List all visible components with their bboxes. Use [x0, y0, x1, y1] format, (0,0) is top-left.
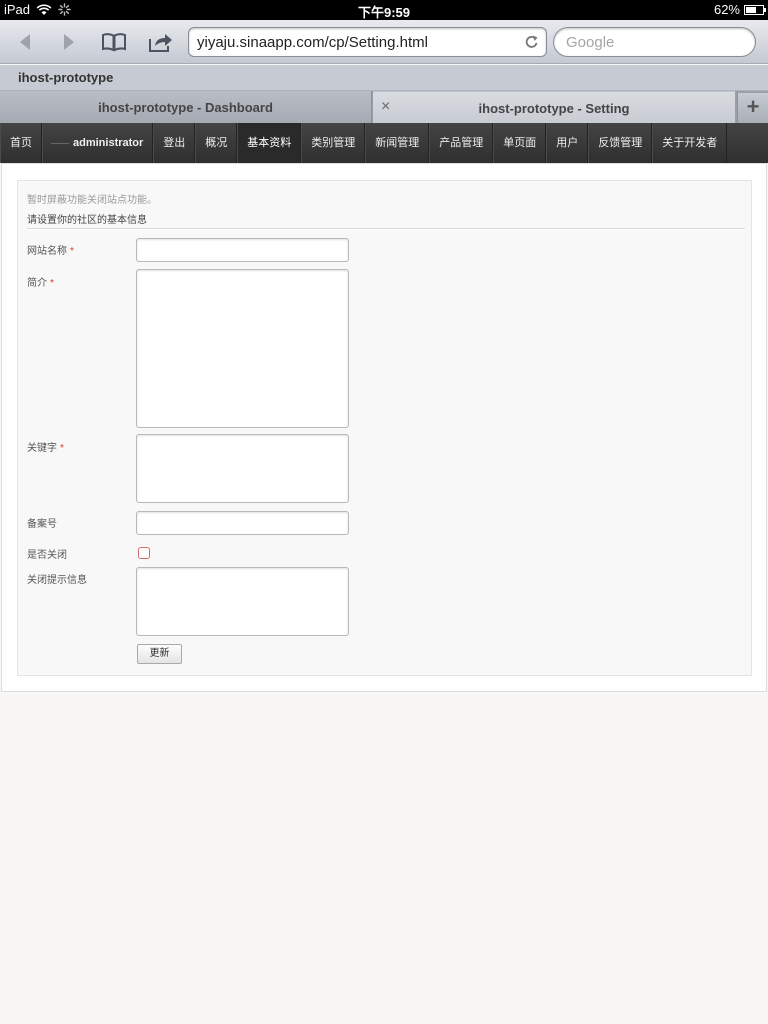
- search-bar[interactable]: [553, 27, 756, 57]
- nav-item-categories[interactable]: 类别管理: [301, 123, 366, 163]
- close-message-textarea[interactable]: [136, 567, 349, 636]
- site-name-label: 网站名称 *: [27, 246, 74, 257]
- keywords-label: 关键字 *: [27, 443, 64, 454]
- reload-icon[interactable]: [524, 34, 540, 50]
- back-arrow-icon[interactable]: [12, 30, 38, 54]
- main-content: 暂时屏蔽功能关闭站点功能。 请设置你的社区的基本信息 网站名称 * 简介 * 关键字…: [1, 163, 767, 692]
- nav-item-logout[interactable]: 登出: [153, 123, 196, 163]
- forward-arrow-icon[interactable]: [56, 30, 82, 54]
- required-mark: *: [60, 443, 64, 454]
- nav-item-feedback[interactable]: 反馈管理: [588, 123, 653, 163]
- nav-item-home[interactable]: 首页: [0, 123, 42, 163]
- tab-label: ihost-prototype - Dashboard: [98, 100, 273, 115]
- address-bar[interactable]: yiyaju.sinaapp.com/cp/Setting.html: [188, 27, 547, 57]
- nav-item-user[interactable]: administrator: [42, 123, 154, 163]
- share-icon[interactable]: [147, 30, 175, 54]
- tab-dashboard[interactable]: ihost-prototype - Dashboard: [0, 91, 372, 123]
- page-title-bar: ihost-prototype: [0, 65, 768, 91]
- bookmarks-book-icon[interactable]: [100, 30, 128, 54]
- nav-item-users[interactable]: 用户: [546, 123, 589, 163]
- icp-label: 备案号: [27, 519, 57, 530]
- intro-textarea[interactable]: [136, 269, 349, 428]
- tab-setting[interactable]: × ihost-prototype - Setting: [373, 91, 735, 123]
- battery-icon: [744, 4, 766, 15]
- settings-form: 暂时屏蔽功能关闭站点功能。 请设置你的社区的基本信息 网站名称 * 简介 * 关键字…: [17, 180, 752, 676]
- clock: 下午9:59: [357, 5, 411, 20]
- form-notice: 暂时屏蔽功能关闭站点功能。: [27, 195, 157, 206]
- status-bar: iPad 下午9:59 62%: [0, 0, 768, 20]
- icp-input[interactable]: [136, 511, 349, 535]
- closed-label: 是否关闭: [27, 550, 67, 561]
- nav-item-basic-info[interactable]: 基本资料: [237, 123, 302, 163]
- keywords-textarea[interactable]: [136, 434, 349, 503]
- search-input[interactable]: [566, 33, 746, 51]
- required-mark: *: [70, 246, 74, 257]
- battery-percent: 62%: [713, 2, 740, 17]
- required-mark: *: [50, 278, 54, 289]
- close-message-label: 关闭提示信息: [27, 575, 87, 586]
- nav-item-products[interactable]: 产品管理: [429, 123, 494, 163]
- nav-item-news[interactable]: 新闻管理: [365, 123, 430, 163]
- url-text[interactable]: yiyaju.sinaapp.com/cp/Setting.html: [197, 34, 428, 51]
- tab-strip: ihost-prototype - Dashboard × ihost-prot…: [0, 91, 768, 123]
- tab-label: ihost-prototype - Setting: [478, 101, 630, 116]
- new-tab-button[interactable]: +: [737, 93, 768, 123]
- intro-label: 简介 *: [27, 278, 54, 289]
- page-title: ihost-prototype: [18, 70, 114, 85]
- site-nav: 首页 administrator 登出 概况 基本资料 类别管理 新闻管理 产品…: [0, 123, 768, 163]
- form-heading: 请设置你的社区的基本信息: [27, 215, 147, 226]
- nav-item-overview[interactable]: 概况: [195, 123, 238, 163]
- closed-checkbox[interactable]: [138, 547, 150, 559]
- nav-item-about-developer[interactable]: 关于开发者: [652, 123, 728, 163]
- nav-item-pages[interactable]: 单页面: [493, 123, 547, 163]
- divider: [27, 228, 745, 230]
- browser-toolbar: yiyaju.sinaapp.com/cp/Setting.html: [0, 20, 768, 64]
- site-name-input[interactable]: [136, 238, 349, 262]
- update-button[interactable]: 更新: [137, 644, 182, 664]
